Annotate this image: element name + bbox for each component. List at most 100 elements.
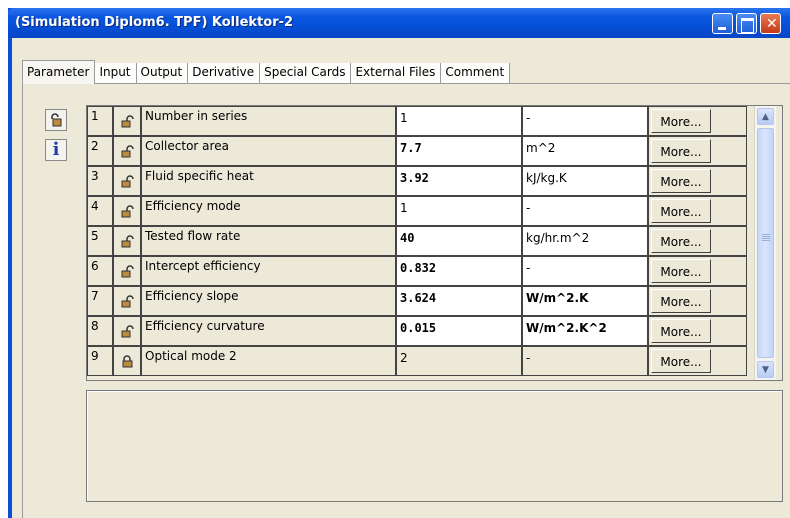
more-button[interactable]: More... (651, 109, 711, 133)
more-cell: More... (648, 226, 747, 256)
parameter-name: Efficiency slope (145, 289, 239, 303)
parameter-value-field: 2 (396, 346, 522, 376)
parameter-value-field[interactable]: 1 (396, 106, 522, 136)
row-lock-cell[interactable] (113, 346, 141, 376)
parameter-value-field[interactable]: 0.832 (396, 256, 522, 286)
row-lock-cell[interactable] (113, 316, 141, 346)
parameter-unit: - (526, 261, 531, 275)
more-button[interactable]: More... (651, 259, 711, 283)
lock-toggle-button[interactable] (45, 109, 67, 131)
row-lock-cell[interactable] (113, 196, 141, 226)
more-button[interactable]: More... (651, 319, 711, 343)
parameter-name: Efficiency mode (145, 199, 241, 213)
lock-closed-icon[interactable] (121, 355, 134, 371)
tab-external-files[interactable]: External Files (351, 63, 442, 84)
parameter-unit-field[interactable]: m^2 (522, 136, 648, 166)
lock-open-icon[interactable] (121, 235, 134, 251)
parameter-name-cell: Efficiency slope (141, 286, 396, 316)
parameter-value-field[interactable]: 1 (396, 196, 522, 226)
parameter-unit-field[interactable]: W/m^2.K^2 (522, 316, 648, 346)
lock-open-icon[interactable] (121, 325, 134, 341)
parameter-unit: W/m^2.K (526, 291, 589, 305)
tab-input[interactable]: Input (95, 63, 137, 84)
parameter-value-field[interactable]: 0.015 (396, 316, 522, 346)
lock-open-icon[interactable] (121, 265, 134, 281)
row-lock-cell[interactable] (113, 226, 141, 256)
minimize-button[interactable] (712, 13, 733, 34)
table-row: 4 Efficiency mode 1 - More... (87, 196, 747, 226)
row-number: 1 (91, 109, 99, 123)
parameter-name: Tested flow rate (145, 229, 241, 243)
title-bar[interactable]: (Simulation Diplom6. TPF) Kollektor-2 ✕ (8, 8, 790, 38)
parameter-value-field[interactable]: 3.624 (396, 286, 522, 316)
lock-open-icon[interactable] (121, 175, 134, 191)
tab-strip: Parameter Input Output Derivative Specia… (22, 60, 511, 84)
parameter-value-field[interactable]: 3.92 (396, 166, 522, 196)
lock-open-icon[interactable] (121, 115, 134, 131)
row-number: 6 (91, 259, 99, 273)
parameter-value-field[interactable]: 7.7 (396, 136, 522, 166)
parameter-unit-field[interactable]: kg/hr.m^2 (522, 226, 648, 256)
grip-icon (762, 234, 770, 242)
parameter-unit-field[interactable]: - (522, 256, 648, 286)
more-cell: More... (648, 256, 747, 286)
row-lock-cell[interactable] (113, 286, 141, 316)
parameter-value: 2 (400, 351, 408, 365)
row-number-cell: 9 (87, 346, 113, 376)
parameter-value: 0.832 (400, 261, 437, 275)
vertical-scrollbar[interactable]: ▲ ▼ (754, 106, 776, 380)
tab-output[interactable]: Output (136, 63, 189, 84)
row-number: 4 (91, 199, 99, 213)
info-button[interactable]: i (45, 139, 67, 161)
tab-comment[interactable]: Comment (441, 63, 511, 84)
row-number-cell: 5 (87, 226, 113, 256)
scroll-thumb[interactable] (757, 128, 774, 358)
parameter-unit: - (526, 111, 531, 125)
window: (Simulation Diplom6. TPF) Kollektor-2 ✕ … (8, 8, 790, 518)
tab-parameter[interactable]: Parameter (22, 60, 96, 84)
row-number: 3 (91, 169, 99, 183)
parameter-name-cell: Fluid specific heat (141, 166, 396, 196)
row-number-cell: 3 (87, 166, 113, 196)
more-button[interactable]: More... (651, 229, 711, 253)
more-cell: More... (648, 166, 747, 196)
lock-open-icon[interactable] (121, 205, 134, 221)
parameter-name-cell: Optical mode 2 (141, 346, 396, 376)
window-title: (Simulation Diplom6. TPF) Kollektor-2 (15, 15, 294, 30)
maximize-button[interactable] (736, 13, 757, 34)
parameter-unit: kg/hr.m^2 (526, 231, 590, 245)
parameter-unit-field[interactable]: kJ/kg.K (522, 166, 648, 196)
more-button[interactable]: More... (651, 139, 711, 163)
tab-derivative[interactable]: Derivative (188, 63, 261, 84)
row-lock-cell[interactable] (113, 136, 141, 166)
parameter-unit-field[interactable]: W/m^2.K (522, 286, 648, 316)
parameter-name: Fluid specific heat (145, 169, 254, 183)
parameter-name-cell: Efficiency curvature (141, 316, 396, 346)
scroll-down-button[interactable]: ▼ (757, 361, 774, 378)
row-number-cell: 6 (87, 256, 113, 286)
more-cell: More... (648, 346, 747, 376)
more-button[interactable]: More... (651, 289, 711, 313)
more-button[interactable]: More... (651, 169, 711, 193)
row-number-cell: 7 (87, 286, 113, 316)
parameter-name-cell: Efficiency mode (141, 196, 396, 226)
parameter-unit-field[interactable]: - (522, 106, 648, 136)
row-lock-cell[interactable] (113, 256, 141, 286)
more-button[interactable]: More... (651, 349, 711, 373)
parameter-name: Efficiency curvature (145, 319, 265, 333)
row-lock-cell[interactable] (113, 106, 141, 136)
row-number: 7 (91, 289, 99, 303)
more-button[interactable]: More... (651, 199, 711, 223)
scroll-up-button[interactable]: ▲ (757, 108, 774, 125)
close-button[interactable]: ✕ (760, 13, 781, 34)
row-lock-cell[interactable] (113, 166, 141, 196)
lock-open-icon[interactable] (121, 295, 134, 311)
lock-open-icon[interactable] (121, 145, 134, 161)
tab-special-cards[interactable]: Special Cards (260, 63, 352, 84)
parameter-unit-field[interactable]: - (522, 196, 648, 226)
table-row: 3 Fluid specific heat 3.92 kJ/kg.K More... (87, 166, 747, 196)
parameter-unit: kJ/kg.K (526, 171, 567, 185)
row-number-cell: 8 (87, 316, 113, 346)
parameter-value-field[interactable]: 40 (396, 226, 522, 256)
parameter-name: Intercept efficiency (145, 259, 261, 273)
